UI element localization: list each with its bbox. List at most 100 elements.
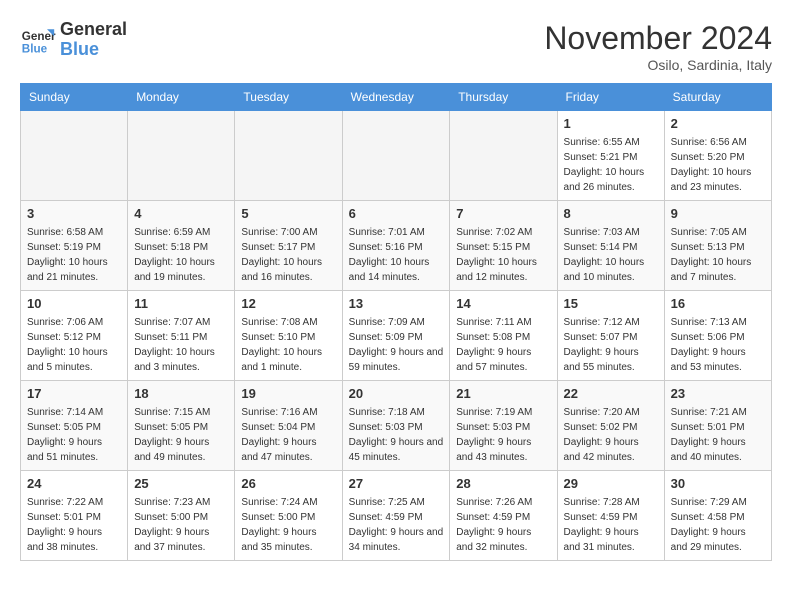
weekday-header-monday: Monday <box>128 84 235 111</box>
calendar-header-row: SundayMondayTuesdayWednesdayThursdayFrid… <box>21 84 772 111</box>
weekday-header-tuesday: Tuesday <box>235 84 342 111</box>
calendar-day: 9 Sunrise: 7:05 AM Sunset: 5:13 PM Daylig… <box>664 201 771 291</box>
day-number: 1 <box>564 115 658 133</box>
day-info: Sunrise: 7:23 AM Sunset: 5:00 PM Dayligh… <box>134 495 228 555</box>
page-header: General Blue General Blue November 2024 … <box>20 20 772 73</box>
day-number: 23 <box>671 385 765 403</box>
calendar-day: 10 Sunrise: 7:06 AM Sunset: 5:12 PM Dayli… <box>21 291 128 381</box>
logo-wordmark: General Blue <box>60 20 127 60</box>
day-number: 16 <box>671 295 765 313</box>
day-number: 27 <box>349 475 444 493</box>
day-info: Sunrise: 7:24 AM Sunset: 5:00 PM Dayligh… <box>241 495 335 555</box>
day-number: 30 <box>671 475 765 493</box>
day-info: Sunrise: 7:28 AM Sunset: 4:59 PM Dayligh… <box>564 495 658 555</box>
day-info: Sunrise: 6:58 AM Sunset: 5:19 PM Dayligh… <box>27 225 121 285</box>
logo-general: General <box>60 20 127 40</box>
day-number: 28 <box>456 475 550 493</box>
calendar-day: 14Sunrise: 7:11 AM Sunset: 5:08 PM Dayli… <box>450 291 557 381</box>
day-info: Sunrise: 7:07 AM Sunset: 5:11 PM Dayligh… <box>134 315 228 375</box>
calendar-day: 21Sunrise: 7:19 AM Sunset: 5:03 PM Dayli… <box>450 381 557 471</box>
day-info: Sunrise: 7:14 AM Sunset: 5:05 PM Dayligh… <box>27 405 121 465</box>
day-number: 17 <box>27 385 121 403</box>
calendar-day <box>128 111 235 201</box>
day-number: 25 <box>134 475 228 493</box>
calendar-day: 1Sunrise: 6:55 AM Sunset: 5:21 PM Daylig… <box>557 111 664 201</box>
weekday-header-thursday: Thursday <box>450 84 557 111</box>
calendar-day: 23Sunrise: 7:21 AM Sunset: 5:01 PM Dayli… <box>664 381 771 471</box>
calendar-day: 8Sunrise: 7:03 AM Sunset: 5:14 PM Daylig… <box>557 201 664 291</box>
calendar-day <box>21 111 128 201</box>
day-number: 4 <box>134 205 228 223</box>
calendar-day: 11 Sunrise: 7:07 AM Sunset: 5:11 PM Dayli… <box>128 291 235 381</box>
day-info: Sunrise: 7:03 AM Sunset: 5:14 PM Dayligh… <box>564 225 658 285</box>
day-number: 2 <box>671 115 765 133</box>
day-number: 11 <box>134 295 228 313</box>
day-info: Sunrise: 7:13 AM Sunset: 5:06 PM Dayligh… <box>671 315 765 375</box>
calendar-day <box>450 111 557 201</box>
day-info: Sunrise: 7:00 AM Sunset: 5:17 PM Dayligh… <box>241 225 335 285</box>
calendar-day: 19Sunrise: 7:16 AM Sunset: 5:04 PM Dayli… <box>235 381 342 471</box>
day-number: 13 <box>349 295 444 313</box>
day-info: Sunrise: 7:11 AM Sunset: 5:08 PM Dayligh… <box>456 315 550 375</box>
day-number: 18 <box>134 385 228 403</box>
day-info: Sunrise: 7:01 AM Sunset: 5:16 PM Dayligh… <box>349 225 444 285</box>
calendar-day: 22Sunrise: 7:20 AM Sunset: 5:02 PM Dayli… <box>557 381 664 471</box>
calendar-day: 5 Sunrise: 7:00 AM Sunset: 5:17 PM Daylig… <box>235 201 342 291</box>
day-number: 12 <box>241 295 335 313</box>
calendar-day <box>235 111 342 201</box>
month-title: November 2024 <box>544 20 772 57</box>
day-number: 29 <box>564 475 658 493</box>
weekday-header-friday: Friday <box>557 84 664 111</box>
day-info: Sunrise: 7:15 AM Sunset: 5:05 PM Dayligh… <box>134 405 228 465</box>
day-info: Sunrise: 7:22 AM Sunset: 5:01 PM Dayligh… <box>27 495 121 555</box>
day-info: Sunrise: 7:19 AM Sunset: 5:03 PM Dayligh… <box>456 405 550 465</box>
calendar-week-3: 10 Sunrise: 7:06 AM Sunset: 5:12 PM Dayli… <box>21 291 772 381</box>
calendar-day: 27 Sunrise: 7:25 AM Sunset: 4:59 PM Dayli… <box>342 471 450 561</box>
weekday-header-saturday: Saturday <box>664 84 771 111</box>
calendar-week-2: 3Sunrise: 6:58 AM Sunset: 5:19 PM Daylig… <box>21 201 772 291</box>
calendar-day: 4Sunrise: 6:59 AM Sunset: 5:18 PM Daylig… <box>128 201 235 291</box>
calendar-week-4: 17 Sunrise: 7:14 AM Sunset: 5:05 PM Dayli… <box>21 381 772 471</box>
calendar-day: 26 Sunrise: 7:24 AM Sunset: 5:00 PM Dayli… <box>235 471 342 561</box>
calendar-day: 20 Sunrise: 7:18 AM Sunset: 5:03 PM Dayli… <box>342 381 450 471</box>
day-number: 10 <box>27 295 121 313</box>
title-block: November 2024 Osilo, Sardinia, Italy <box>544 20 772 73</box>
day-info: Sunrise: 7:05 AM Sunset: 5:13 PM Dayligh… <box>671 225 765 285</box>
day-number: 9 <box>671 205 765 223</box>
day-number: 5 <box>241 205 335 223</box>
day-info: Sunrise: 7:18 AM Sunset: 5:03 PM Dayligh… <box>349 405 444 465</box>
calendar-day: 2 Sunrise: 6:56 AM Sunset: 5:20 PM Daylig… <box>664 111 771 201</box>
day-info: Sunrise: 6:56 AM Sunset: 5:20 PM Dayligh… <box>671 135 765 195</box>
day-number: 20 <box>349 385 444 403</box>
day-info: Sunrise: 7:06 AM Sunset: 5:12 PM Dayligh… <box>27 315 121 375</box>
calendar-day: 17 Sunrise: 7:14 AM Sunset: 5:05 PM Dayli… <box>21 381 128 471</box>
logo-icon: General Blue <box>20 22 56 58</box>
day-info: Sunrise: 7:08 AM Sunset: 5:10 PM Dayligh… <box>241 315 335 375</box>
day-info: Sunrise: 7:29 AM Sunset: 4:58 PM Dayligh… <box>671 495 765 555</box>
day-info: Sunrise: 7:09 AM Sunset: 5:09 PM Dayligh… <box>349 315 444 375</box>
day-info: Sunrise: 7:02 AM Sunset: 5:15 PM Dayligh… <box>456 225 550 285</box>
logo: General Blue General Blue <box>20 20 127 60</box>
location: Osilo, Sardinia, Italy <box>544 57 772 73</box>
calendar-day: 25 Sunrise: 7:23 AM Sunset: 5:00 PM Dayli… <box>128 471 235 561</box>
day-number: 15 <box>564 295 658 313</box>
day-info: Sunrise: 7:25 AM Sunset: 4:59 PM Dayligh… <box>349 495 444 555</box>
day-number: 6 <box>349 205 444 223</box>
calendar-day: 28 Sunrise: 7:26 AM Sunset: 4:59 PM Dayli… <box>450 471 557 561</box>
calendar-day: 13 Sunrise: 7:09 AM Sunset: 5:09 PM Dayli… <box>342 291 450 381</box>
calendar-week-1: 1Sunrise: 6:55 AM Sunset: 5:21 PM Daylig… <box>21 111 772 201</box>
day-info: Sunrise: 7:26 AM Sunset: 4:59 PM Dayligh… <box>456 495 550 555</box>
day-info: Sunrise: 7:16 AM Sunset: 5:04 PM Dayligh… <box>241 405 335 465</box>
calendar-day: 24Sunrise: 7:22 AM Sunset: 5:01 PM Dayli… <box>21 471 128 561</box>
day-number: 26 <box>241 475 335 493</box>
logo-blue: Blue <box>60 40 127 60</box>
calendar-day: 16 Sunrise: 7:13 AM Sunset: 5:06 PM Dayli… <box>664 291 771 381</box>
calendar-week-5: 24Sunrise: 7:22 AM Sunset: 5:01 PM Dayli… <box>21 471 772 561</box>
calendar-day: 7Sunrise: 7:02 AM Sunset: 5:15 PM Daylig… <box>450 201 557 291</box>
calendar-day: 30 Sunrise: 7:29 AM Sunset: 4:58 PM Dayli… <box>664 471 771 561</box>
svg-text:Blue: Blue <box>22 42 48 55</box>
day-info: Sunrise: 7:20 AM Sunset: 5:02 PM Dayligh… <box>564 405 658 465</box>
day-info: Sunrise: 7:12 AM Sunset: 5:07 PM Dayligh… <box>564 315 658 375</box>
calendar-day: 18 Sunrise: 7:15 AM Sunset: 5:05 PM Dayli… <box>128 381 235 471</box>
weekday-header-wednesday: Wednesday <box>342 84 450 111</box>
